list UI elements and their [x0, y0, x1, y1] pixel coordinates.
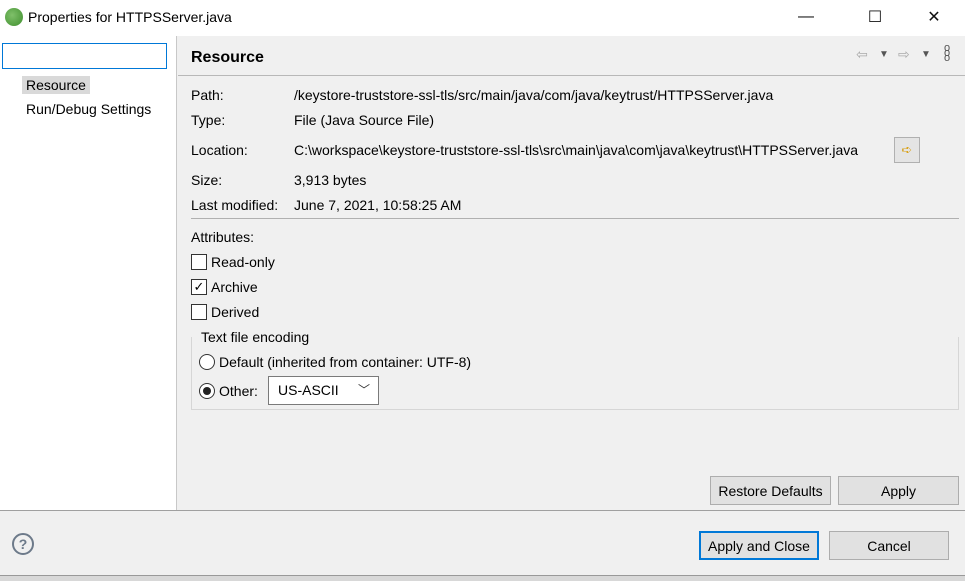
derived-label[interactable]: Derived: [211, 304, 259, 320]
divider: [178, 75, 965, 76]
open-location-icon: ➪: [901, 142, 913, 157]
other-encoding-radio[interactable]: [199, 383, 215, 399]
back-arrow-icon[interactable]: ⇦: [856, 46, 868, 63]
modified-value: June 7, 2021, 10:58:25 AM: [294, 197, 462, 213]
app-icon: [5, 8, 23, 26]
location-label: Location:: [191, 142, 248, 158]
chevron-down-icon: ﹀: [357, 383, 370, 397]
forward-arrow-icon[interactable]: ⇨: [898, 46, 910, 63]
derived-checkbox[interactable]: [191, 304, 207, 320]
dropdown-icon[interactable]: ▼: [921, 49, 931, 60]
read-only-label[interactable]: Read-only: [211, 254, 275, 270]
apply-and-close-button[interactable]: Apply and Close: [699, 531, 819, 560]
encoding-select-value: US-ASCII: [278, 382, 339, 398]
size-value: 3,913 bytes: [294, 172, 367, 188]
cancel-button[interactable]: Cancel: [829, 531, 949, 560]
minimize-button[interactable]: —: [783, 0, 829, 34]
restore-defaults-button[interactable]: Restore Defaults: [710, 476, 831, 505]
encoding-select[interactable]: US-ASCII ﹀: [268, 376, 379, 405]
help-icon[interactable]: ?: [12, 533, 34, 555]
filter-input-box[interactable]: [2, 43, 167, 69]
modified-label: Last modified:: [191, 197, 279, 213]
default-encoding-label[interactable]: Default (inherited from container: UTF-8…: [219, 354, 471, 370]
show-in-explorer-button[interactable]: ➪: [894, 137, 920, 163]
size-label: Size:: [191, 172, 223, 188]
title-bar: Properties for HTTPSServer.java — ☐ ✕: [0, 0, 965, 36]
window-title: Properties for HTTPSServer.java: [28, 9, 232, 25]
location-value: C:\workspace\keystore-truststore-ssl-tls…: [294, 142, 859, 158]
divider: [0, 510, 965, 511]
archive-checkbox[interactable]: ✓: [191, 279, 207, 295]
type-value: File (Java Source File): [294, 112, 435, 128]
background-window-strip: [0, 575, 965, 581]
archive-label[interactable]: Archive: [211, 279, 258, 295]
filter-input[interactable]: [3, 44, 166, 68]
menu-icon[interactable]: ooo: [944, 43, 950, 64]
path-value: /keystore-truststore-ssl-tls/src/main/ja…: [294, 87, 774, 103]
dropdown-icon[interactable]: ▼: [879, 49, 889, 60]
default-encoding-radio[interactable]: [199, 354, 215, 370]
attributes-label: Attributes:: [191, 229, 255, 245]
separator: [191, 218, 959, 219]
read-only-checkbox[interactable]: [191, 254, 207, 270]
other-encoding-label[interactable]: Other:: [219, 383, 258, 399]
maximize-button[interactable]: ☐: [852, 0, 898, 34]
tree-item-run-debug-settings[interactable]: Run/Debug Settings: [22, 100, 155, 118]
tree-item-resource[interactable]: Resource: [22, 76, 90, 94]
path-label: Path:: [191, 87, 224, 103]
encoding-group-title: Text file encoding: [199, 329, 312, 345]
apply-button[interactable]: Apply: [838, 476, 959, 505]
type-label: Type:: [191, 112, 226, 128]
close-button[interactable]: ✕: [911, 0, 957, 34]
page-title: Resource: [191, 49, 264, 66]
